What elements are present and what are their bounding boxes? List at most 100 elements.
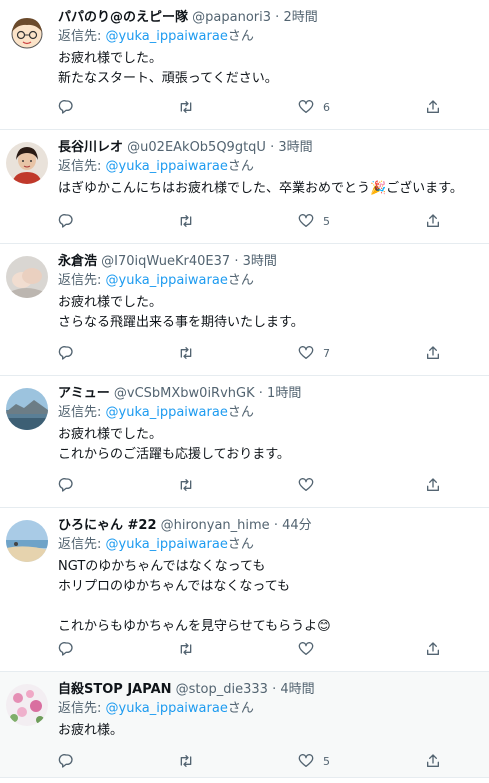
display-name[interactable]: 長谷川レオ (58, 140, 123, 155)
retweet-button[interactable] (178, 345, 194, 361)
separator: · (275, 10, 280, 25)
share-button[interactable] (425, 477, 441, 493)
like-button[interactable] (298, 477, 323, 493)
reply-button[interactable] (58, 753, 74, 769)
action-bar: 5 (0, 743, 489, 783)
tweet[interactable]: パパのり@のえピー隊 @papanori3 · 2時間 返信先: @yuka_i… (0, 0, 489, 130)
like-button[interactable] (298, 641, 323, 657)
user-handle[interactable]: @stop_die333 (176, 682, 268, 697)
reply-suffix: さん (227, 159, 254, 174)
reply-button[interactable] (58, 477, 74, 493)
avatar[interactable] (6, 520, 48, 562)
display-name[interactable]: ひろにゃん #22 (58, 518, 157, 533)
user-handle[interactable]: @papanori3 (192, 10, 271, 25)
reply-to: 返信先: @yuka_ippaiwaraeさん (58, 27, 475, 46)
retweet-icon (180, 479, 192, 491)
heart-icon (298, 346, 314, 359)
reply-button[interactable] (58, 345, 74, 361)
like-count: 7 (323, 346, 330, 360)
reply-prefix: 返信先: (58, 273, 102, 288)
like-button[interactable]: 5 (298, 753, 330, 769)
like-button[interactable]: 5 (298, 213, 330, 229)
avatar[interactable] (6, 388, 48, 430)
share-icon (427, 642, 439, 655)
reply-prefix: 返信先: (58, 405, 102, 420)
user-handle[interactable]: @I70iqWueKr40E37 (101, 254, 230, 269)
separator: · (270, 140, 275, 155)
reply-prefix: 返信先: (58, 159, 102, 174)
timestamp[interactable]: 1時間 (267, 386, 301, 401)
share-icon (427, 478, 439, 491)
action-bar (0, 467, 489, 507)
timestamp[interactable]: 44分 (282, 518, 312, 533)
share-button[interactable] (425, 753, 441, 769)
retweet-button[interactable] (178, 641, 194, 657)
tweet-header: アミュー @vCSbMXbw0iRvhGK · 1時間 (58, 384, 475, 403)
retweet-button[interactable] (178, 753, 194, 769)
reply-prefix: 返信先: (58, 701, 102, 716)
like-button[interactable]: 6 (298, 99, 330, 115)
share-icon (427, 346, 439, 359)
avatar[interactable] (6, 142, 48, 184)
like-count: 6 (323, 100, 330, 114)
user-handle[interactable]: @vCSbMXbw0iRvhGK (114, 386, 255, 401)
separator: · (273, 518, 278, 533)
timestamp[interactable]: 4時間 (280, 682, 314, 697)
reply-button[interactable] (58, 641, 74, 657)
separator: · (272, 682, 277, 697)
tweet[interactable]: 永倉浩 @I70iqWueKr40E37 · 3時間 返信先: @yuka_ip… (0, 244, 489, 376)
mention-link[interactable]: @yuka_ippaiwarae (106, 701, 228, 716)
reply-icon (58, 100, 73, 114)
heart-icon (298, 642, 314, 655)
share-button[interactable] (425, 99, 441, 115)
tweet[interactable]: ひろにゃん #22 @hironyan_hime · 44分 返信先: @yuk… (0, 508, 489, 672)
tweet-text: NGTのゆかちゃんではなくなっても ホリプロのゆかちゃんではなくなっても これか… (58, 559, 331, 634)
retweet-button[interactable] (178, 213, 194, 229)
tweet[interactable]: 長谷川レオ @u02EAkOb5Q9gtqU · 3時間 返信先: @yuka_… (0, 130, 489, 244)
display-name[interactable]: 自殺STOP JAPAN (58, 682, 172, 697)
display-name[interactable]: アミュー (58, 386, 110, 401)
timestamp[interactable]: 3時間 (278, 140, 312, 155)
like-count: 5 (323, 214, 330, 228)
retweet-icon (180, 755, 192, 767)
avatar[interactable] (6, 684, 48, 726)
display-name[interactable]: パパのり@のえピー隊 (58, 10, 188, 25)
share-button[interactable] (425, 641, 441, 657)
reply-suffix: さん (227, 405, 254, 420)
action-bar: 6 (0, 89, 489, 129)
mention-link[interactable]: @yuka_ippaiwarae (106, 405, 228, 420)
tweet-header: 永倉浩 @I70iqWueKr40E37 · 3時間 (58, 252, 475, 271)
tweet-text: お疲れ様でした。 さらなる飛躍出来る事を期待いたします。 (58, 295, 304, 330)
separator: · (258, 386, 263, 401)
avatar[interactable] (6, 256, 48, 298)
avatar[interactable] (6, 12, 48, 54)
share-icon (427, 754, 439, 767)
share-button[interactable] (425, 345, 441, 361)
heart-icon (298, 214, 314, 227)
timestamp[interactable]: 2時間 (283, 10, 317, 25)
user-handle[interactable]: @hironyan_hime (161, 518, 270, 533)
reply-prefix: 返信先: (58, 537, 102, 552)
timestamp[interactable]: 3時間 (243, 254, 277, 269)
reply-button[interactable] (58, 213, 74, 229)
mention-link[interactable]: @yuka_ippaiwarae (106, 273, 228, 288)
mention-link[interactable]: @yuka_ippaiwarae (106, 29, 228, 44)
display-name[interactable]: 永倉浩 (58, 254, 97, 269)
retweet-button[interactable] (178, 477, 194, 493)
retweet-icon (180, 101, 192, 113)
tweet-header: 長谷川レオ @u02EAkOb5Q9gtqU · 3時間 (58, 138, 475, 157)
reply-to: 返信先: @yuka_ippaiwaraeさん (58, 403, 475, 422)
user-handle[interactable]: @u02EAkOb5Q9gtqU (127, 140, 266, 155)
tweet[interactable]: 自殺STOP JAPAN @stop_die333 · 4時間 返信先: @yu… (0, 672, 489, 778)
reply-to: 返信先: @yuka_ippaiwaraeさん (58, 535, 475, 554)
mention-link[interactable]: @yuka_ippaiwarae (106, 159, 228, 174)
tweet[interactable]: アミュー @vCSbMXbw0iRvhGK · 1時間 返信先: @yuka_i… (0, 376, 489, 508)
reply-suffix: さん (227, 273, 254, 288)
like-button[interactable]: 7 (298, 345, 330, 361)
reply-prefix: 返信先: (58, 29, 102, 44)
mention-link[interactable]: @yuka_ippaiwarae (106, 537, 228, 552)
share-button[interactable] (425, 213, 441, 229)
retweet-button[interactable] (178, 99, 194, 115)
tweet-text: お疲れ様。 (58, 723, 124, 738)
reply-button[interactable] (58, 99, 74, 115)
